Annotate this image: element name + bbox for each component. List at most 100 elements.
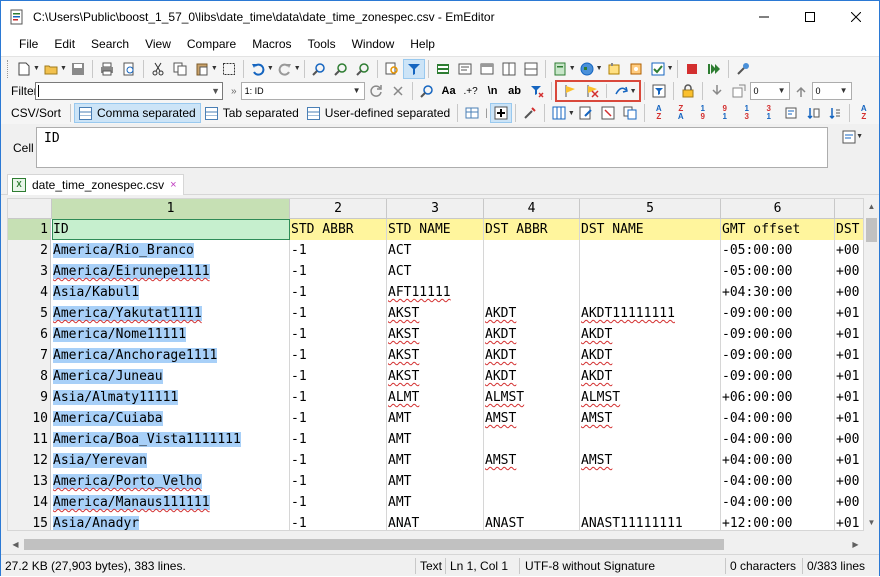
row-number[interactable]: 7 (8, 345, 51, 366)
escape-seq-icon[interactable]: \n (482, 81, 504, 101)
column-delete-icon[interactable] (597, 103, 619, 123)
grid-cell[interactable] (580, 492, 721, 513)
grid-cell[interactable]: +00 (835, 471, 863, 492)
grid-cell[interactable] (484, 471, 580, 492)
grid-cell[interactable]: AMT (387, 471, 484, 492)
grid-cell[interactable]: AKDT (484, 345, 580, 366)
undo-icon[interactable] (247, 59, 269, 79)
find-icon[interactable] (308, 59, 330, 79)
grid-cell[interactable]: America/Boa_Vista1111111 (52, 429, 290, 450)
grid-cell[interactable]: -1 (290, 324, 387, 345)
cut-icon[interactable] (147, 59, 169, 79)
row-number[interactable]: 5 (8, 303, 51, 324)
grid-cell[interactable]: -1 (290, 261, 387, 282)
redo-icon[interactable] (274, 59, 296, 79)
after-lines-combo[interactable]: 0 ▼ (811, 82, 852, 100)
table-row[interactable]: 5 America/Yakutat1111 -1 AKST AKDT AKDT111111… (8, 303, 863, 324)
sort-num-asc-icon[interactable]: 19 (692, 103, 714, 123)
insert-column-icon[interactable] (489, 103, 512, 123)
sort-num-desc-icon[interactable]: 91 (714, 103, 736, 123)
paste-icon[interactable] (191, 59, 213, 79)
grid-cell[interactable] (484, 240, 580, 261)
grid-cell[interactable]: AKST (387, 324, 484, 345)
menu-compare[interactable]: Compare (179, 33, 244, 55)
grid-cell[interactable]: America/Rio_Branco (52, 240, 290, 261)
table-header-row[interactable]: 1 ID STD ABBR STD NAME DST ABBR DST NAME GMT o… (8, 219, 863, 240)
grid-cell[interactable]: -05:00:00 (721, 240, 835, 261)
sort-more-icon[interactable]: AZ (853, 103, 875, 123)
scroll-right-icon[interactable]: ▶ (847, 537, 864, 552)
close-button[interactable] (833, 1, 879, 32)
menu-file[interactable]: File (11, 33, 46, 55)
grid-cell[interactable] (580, 261, 721, 282)
table-row[interactable]: 13 America/Porto_Velho -1 AMT -04:00:00 +00 (8, 471, 863, 492)
grid-cell[interactable]: -04:00:00 (721, 471, 835, 492)
line-jump-icon[interactable] (610, 81, 632, 101)
column-edit-icon[interactable] (575, 103, 597, 123)
cell-format-icon[interactable]: ▼ (837, 127, 863, 147)
grid-cell[interactable]: America/Eirunepe1111 (52, 261, 290, 282)
vertical-scroll-thumb[interactable] (866, 218, 877, 242)
grid-cell[interactable]: AMT (387, 408, 484, 429)
grid-cell[interactable]: +01 (835, 324, 863, 345)
row-number[interactable]: 14 (8, 492, 51, 513)
print-icon[interactable] (96, 59, 118, 79)
filter-dropdown-icon[interactable]: ▼ (211, 86, 220, 96)
grid-cell[interactable]: -04:00:00 (721, 492, 835, 513)
sort-len-desc-icon[interactable]: 31 (758, 103, 780, 123)
find-in-files-icon[interactable] (381, 59, 403, 79)
grid-cell[interactable]: -1 (290, 387, 387, 408)
split-icon[interactable] (520, 59, 542, 79)
status-mode[interactable]: Text (420, 555, 442, 577)
row-number[interactable]: 12 (8, 450, 51, 471)
grid-cell[interactable]: -1 (290, 408, 387, 429)
print-preview-icon[interactable] (118, 59, 140, 79)
grid-cell[interactable] (580, 282, 721, 303)
new-file-icon[interactable] (13, 59, 35, 79)
sort-extra-icon[interactable] (875, 103, 880, 123)
minimize-button[interactable] (741, 1, 787, 32)
grid-cell[interactable]: -1 (290, 450, 387, 471)
grid-cell[interactable]: ALMT (387, 387, 484, 408)
grid-cell[interactable]: ANAST11111111 (580, 513, 721, 530)
grid-cell[interactable]: -09:00:00 (721, 303, 835, 324)
grid-cell[interactable]: AKST (387, 303, 484, 324)
new-window-icon[interactable] (728, 81, 750, 101)
grid-cell[interactable]: -1 (290, 471, 387, 492)
extract-icon[interactable] (706, 81, 728, 101)
row-number[interactable]: 13 (8, 471, 51, 492)
grid-cell[interactable]: ANAT (387, 513, 484, 530)
before-lines-combo[interactable]: 0 ▼ (749, 82, 790, 100)
menu-help[interactable]: Help (402, 33, 443, 55)
row-number[interactable]: 3 (8, 261, 51, 282)
tab-close-icon[interactable]: × (170, 179, 176, 191)
scroll-left-icon[interactable]: ◀ (7, 537, 24, 552)
grid-cell[interactable]: +01 (835, 408, 863, 429)
tile-icon[interactable] (498, 59, 520, 79)
wrap-icon[interactable] (454, 59, 476, 79)
open-folder-icon[interactable] (40, 59, 62, 79)
scroll-up-icon[interactable]: ▲ (864, 198, 879, 215)
grid-cell[interactable] (580, 429, 721, 450)
grid-cell[interactable]: Asia/Kabul1 (52, 282, 290, 303)
clipboard-green-icon[interactable] (549, 59, 571, 79)
grid-cell[interactable]: -1 (290, 429, 387, 450)
menu-tools[interactable]: Tools (300, 33, 344, 55)
copy-icon[interactable] (169, 59, 191, 79)
grid-cell[interactable]: America/Nome11111 (52, 324, 290, 345)
grid-cell[interactable]: +01 (835, 345, 863, 366)
grid-cell[interactable]: AKDT (484, 324, 580, 345)
table-row[interactable]: 9 Asia/Almaty11111 -1 ALMT ALMST ALMST +06:00:… (8, 387, 863, 408)
grid-cell[interactable]: DST NAME (580, 219, 721, 240)
grid-cell[interactable]: AMST (484, 450, 580, 471)
select-all-icon[interactable] (218, 59, 240, 79)
grid-cell[interactable]: AKDT (580, 324, 721, 345)
grid-cell[interactable]: AMST (580, 450, 721, 471)
row-number[interactable]: 8 (8, 366, 51, 387)
tools-icon[interactable] (519, 103, 541, 123)
table-row[interactable]: 8 America/Juneau -1 AKST AKDT AKDT -09:00:00 +0… (8, 366, 863, 387)
bookmark-flag-icon[interactable] (559, 81, 581, 101)
globe-icon[interactable] (576, 59, 598, 79)
scroll-down-icon[interactable]: ▼ (864, 514, 879, 531)
grid-cell[interactable]: -1 (290, 492, 387, 513)
